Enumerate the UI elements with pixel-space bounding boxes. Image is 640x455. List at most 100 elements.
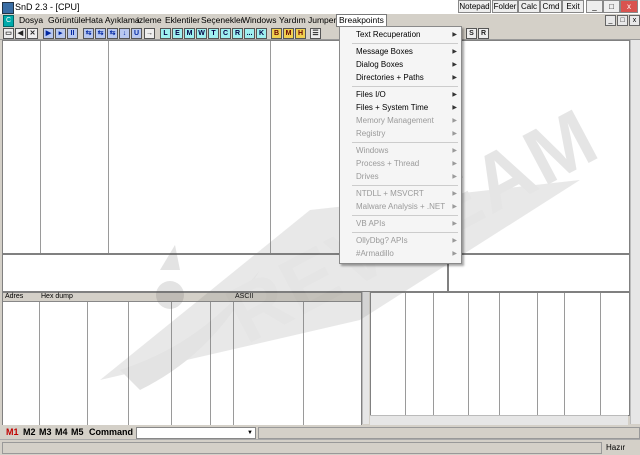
menu-bar: C Dosya Görüntüle Hata Ayıklama izleme E… (0, 14, 640, 27)
maximize-icon[interactable]: □ (603, 0, 620, 13)
cpu-icon[interactable]: C (3, 15, 14, 27)
menu-goruntule[interactable]: Görüntüle (46, 15, 87, 26)
run-button[interactable]: ▶ (43, 28, 54, 39)
list-icon[interactable]: ☰ (310, 28, 321, 39)
menu-item-process-thread[interactable]: Process + Thread (356, 159, 419, 169)
registers-pane[interactable] (448, 40, 630, 254)
dump-scrollbar[interactable] (362, 292, 369, 424)
right-vertical-scrollbar[interactable] (630, 40, 640, 292)
minimize-icon[interactable]: _ (586, 0, 603, 13)
s-button[interactable]: S (466, 28, 477, 39)
child-minimize-icon[interactable]: _ (605, 15, 616, 26)
column-divider (39, 302, 40, 425)
stack-vertical-scrollbar[interactable] (630, 292, 640, 424)
breakpoints-button[interactable]: B (271, 28, 282, 39)
memory-breakpoints-button[interactable]: M (283, 28, 294, 39)
memory-button[interactable]: M (184, 28, 195, 39)
menu-item-directories-paths[interactable]: Directories + Paths (356, 73, 424, 83)
menu-item-armadillo[interactable]: #Armadillo (356, 249, 394, 259)
cpu-button[interactable]: C (220, 28, 231, 39)
restart-icon[interactable]: ◀ (15, 28, 26, 39)
windows-button[interactable]: W (196, 28, 207, 39)
log-window-button[interactable]: L (160, 28, 171, 39)
r-button[interactable]: R (478, 28, 489, 39)
m2-button[interactable]: M2 (23, 427, 36, 437)
stack-horizontal-scrollbar[interactable] (370, 415, 628, 425)
column-divider (128, 302, 129, 425)
menu-item-dialog-boxes[interactable]: Dialog Boxes (356, 60, 403, 70)
menu-izleme[interactable]: izleme (135, 15, 164, 26)
menu-jumper[interactable]: Jumper (306, 15, 338, 26)
menu-separator (352, 232, 458, 233)
submenu-arrow-icon: ▶ (452, 238, 457, 244)
exit-button[interactable]: Exit (562, 0, 584, 13)
menu-item-windows[interactable]: Windows (356, 146, 388, 156)
call-stack-button[interactable]: K (256, 28, 267, 39)
submenu-arrow-icon: ▶ (452, 118, 457, 124)
step-button[interactable]: ▸ (55, 28, 66, 39)
close-icon[interactable]: x (620, 0, 638, 13)
command-input[interactable]: ▼ (136, 427, 256, 439)
menu-item-message-boxes[interactable]: Message Boxes (356, 47, 413, 57)
column-divider (537, 293, 538, 415)
menu-separator (352, 185, 458, 186)
close-file-icon[interactable]: ✕ (27, 28, 38, 39)
submenu-arrow-icon: ▶ (452, 191, 457, 197)
threads-button[interactable]: T (208, 28, 219, 39)
m1-button[interactable]: M1 (6, 427, 19, 437)
hardware-breakpoints-button[interactable]: H (295, 28, 306, 39)
header-address: Adres (5, 293, 24, 300)
m5-button[interactable]: M5 (71, 427, 84, 437)
submenu-arrow-icon: ▶ (452, 49, 457, 55)
goto-icon[interactable]: → (144, 28, 155, 39)
open-icon[interactable]: ▭ (3, 28, 14, 39)
column-divider (468, 293, 469, 415)
command-bar: M1 M2 M3 M4 M5 Command : ▼ (0, 425, 640, 439)
menu-item-files-io[interactable]: Files I/O (356, 90, 386, 100)
menu-item-registry[interactable]: Registry (356, 129, 385, 139)
step-over-button[interactable]: ⇆ (95, 28, 106, 39)
run-trace-button[interactable]: ... (244, 28, 255, 39)
menu-item-memory-management[interactable]: Memory Management (356, 116, 434, 126)
submenu-arrow-icon: ▶ (452, 161, 457, 167)
calc-button[interactable]: Calc (518, 0, 540, 13)
menu-item-files-system-time[interactable]: Files + System Time (356, 103, 428, 113)
column-divider (108, 41, 109, 253)
notepad-button[interactable]: Notepad (458, 0, 491, 13)
trace-over-button[interactable]: ↓ (119, 28, 130, 39)
toolbar: ▭ ◀ ✕ ▶ ▸ II ⇆ ⇆ ⇆ ↓ U → L E M W T C R .… (0, 27, 640, 40)
pause-button[interactable]: II (67, 28, 78, 39)
child-restore-icon[interactable]: □ (617, 15, 628, 26)
column-divider (270, 41, 271, 253)
header-hex-dump: Hex dump (41, 293, 73, 300)
menu-item-text-recuperation[interactable]: Text Recuperation (356, 30, 420, 40)
trace-into-button[interactable]: ⇆ (107, 28, 118, 39)
submenu-arrow-icon: ▶ (452, 75, 457, 81)
menu-yardim[interactable]: Yardım (277, 15, 308, 26)
menu-item-ollydbg-apis[interactable]: OllyDbg? APIs (356, 236, 408, 246)
cmd-button[interactable]: Cmd (540, 0, 562, 13)
folder-button[interactable]: Folder (492, 0, 518, 13)
m4-button[interactable]: M4 (55, 427, 68, 437)
step-into-button[interactable]: ⇆ (83, 28, 94, 39)
register-info-pane[interactable] (448, 254, 630, 292)
modules-button[interactable]: E (172, 28, 183, 39)
stack-pane[interactable] (370, 292, 630, 416)
menu-item-malware-analysis-net[interactable]: Malware Analysis + .NET (356, 202, 445, 212)
menu-dosya[interactable]: Dosya (17, 15, 45, 26)
menu-hata-ayiklama[interactable]: Hata Ayıklama (83, 15, 142, 26)
menu-eklentiler[interactable]: Eklentiler (163, 15, 202, 26)
references-button[interactable]: R (232, 28, 243, 39)
column-divider (40, 41, 41, 253)
menu-separator (352, 43, 458, 44)
menu-item-ntdll-msvcrt[interactable]: NTDLL + MSVCRT (356, 189, 424, 199)
dump-pane[interactable]: Adres Hex dump ASCII (2, 292, 362, 426)
menu-item-drives[interactable]: Drives (356, 172, 379, 182)
execute-till-return-button[interactable]: U (131, 28, 142, 39)
menu-item-vb-apis[interactable]: VB APIs (356, 219, 385, 229)
child-close-icon[interactable]: x (629, 15, 640, 26)
menu-secenekler[interactable]: Seçenekler (199, 15, 246, 26)
dropdown-arrow-icon[interactable]: ▼ (247, 428, 253, 438)
menu-windows[interactable]: Windows (240, 15, 278, 26)
m3-button[interactable]: M3 (39, 427, 52, 437)
